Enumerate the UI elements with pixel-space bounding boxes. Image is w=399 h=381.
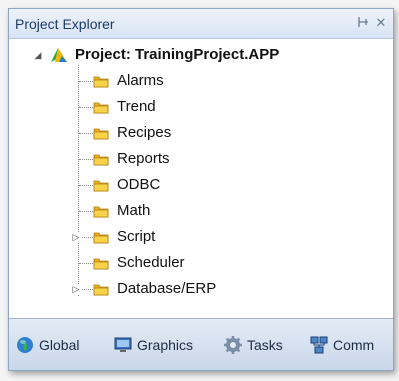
tree-item-label: Math xyxy=(117,202,151,219)
tree-item-label: Scheduler xyxy=(117,254,185,271)
project-explorer-panel: Project Explorer ✕ ◢ Project: TrainingPr… xyxy=(8,8,394,371)
tree-connector xyxy=(79,133,93,134)
tree-connector xyxy=(79,289,93,290)
tree-connector xyxy=(79,263,93,264)
collapse-icon[interactable]: ◢ xyxy=(33,50,43,60)
tab-global[interactable]: Global xyxy=(15,332,79,358)
folder-icon xyxy=(93,180,109,192)
tree-connector xyxy=(79,81,93,82)
project-icon xyxy=(51,48,67,62)
tree-connector xyxy=(79,159,93,160)
tab-comm[interactable]: Comm xyxy=(309,332,374,358)
globe-icon xyxy=(17,337,33,353)
tree-connector xyxy=(79,211,93,212)
gear-icon xyxy=(224,336,242,354)
folder-icon xyxy=(93,258,109,270)
tree-item-scheduler[interactable]: Scheduler xyxy=(9,251,389,275)
tree-item-math[interactable]: Math xyxy=(9,199,389,223)
tree-item-label: Script xyxy=(117,228,156,245)
tab-global-label: Global xyxy=(39,337,80,353)
expand-icon[interactable]: ▷ xyxy=(71,232,81,242)
network-icon xyxy=(310,336,328,354)
close-icon[interactable]: ✕ xyxy=(373,15,389,31)
bottom-tab-bar: Global Graphics Tasks Comm xyxy=(9,318,393,370)
monitor-icon xyxy=(114,337,132,352)
tree-item-label: Trend xyxy=(117,98,156,115)
tab-tasks-label: Tasks xyxy=(247,337,283,353)
pin-icon[interactable] xyxy=(355,15,371,31)
tree-item-script[interactable]: ▷ Script xyxy=(9,225,389,249)
tree-item-label: ODBC xyxy=(117,176,161,193)
tree-item-database-erp[interactable]: ▷ Database/ERP xyxy=(9,277,389,301)
tree-item-label: Alarms xyxy=(117,72,164,89)
folder-icon xyxy=(93,76,109,88)
tree-root-project[interactable]: ◢ Project: TrainingProject.APP xyxy=(9,43,389,67)
tree-connector xyxy=(79,107,93,108)
tree-connector xyxy=(79,237,93,238)
folder-icon xyxy=(93,206,109,218)
expand-icon[interactable]: ▷ xyxy=(71,284,81,294)
tab-comm-label: Comm xyxy=(333,337,375,353)
tree-item-label: Recipes xyxy=(117,124,172,141)
tab-graphics-label: Graphics xyxy=(137,337,194,353)
folder-icon xyxy=(93,154,109,166)
folder-icon xyxy=(93,232,109,244)
folder-icon xyxy=(93,128,109,140)
tree-item-odbc[interactable]: ODBC xyxy=(9,173,389,197)
tree-item-label: Reports xyxy=(117,150,170,167)
panel-title: Project Explorer xyxy=(15,16,115,32)
folder-icon xyxy=(93,284,109,296)
panel-titlebar: Project Explorer ✕ xyxy=(9,9,393,39)
tree-item-recipes[interactable]: Recipes xyxy=(9,121,389,145)
folder-icon xyxy=(93,102,109,114)
tree-item-label: Database/ERP xyxy=(117,280,217,297)
tree-connector xyxy=(79,185,93,186)
project-tree: ◢ Project: TrainingProject.APP Alarms Tre… xyxy=(9,39,393,318)
tab-graphics[interactable]: Graphics xyxy=(113,332,193,358)
tree-root-label: Project: TrainingProject.APP xyxy=(75,46,280,63)
tree-item-reports[interactable]: Reports xyxy=(9,147,389,171)
tree-item-trend[interactable]: Trend xyxy=(9,95,389,119)
tree-item-alarms[interactable]: Alarms xyxy=(9,69,389,93)
tab-tasks[interactable]: Tasks xyxy=(223,332,283,358)
